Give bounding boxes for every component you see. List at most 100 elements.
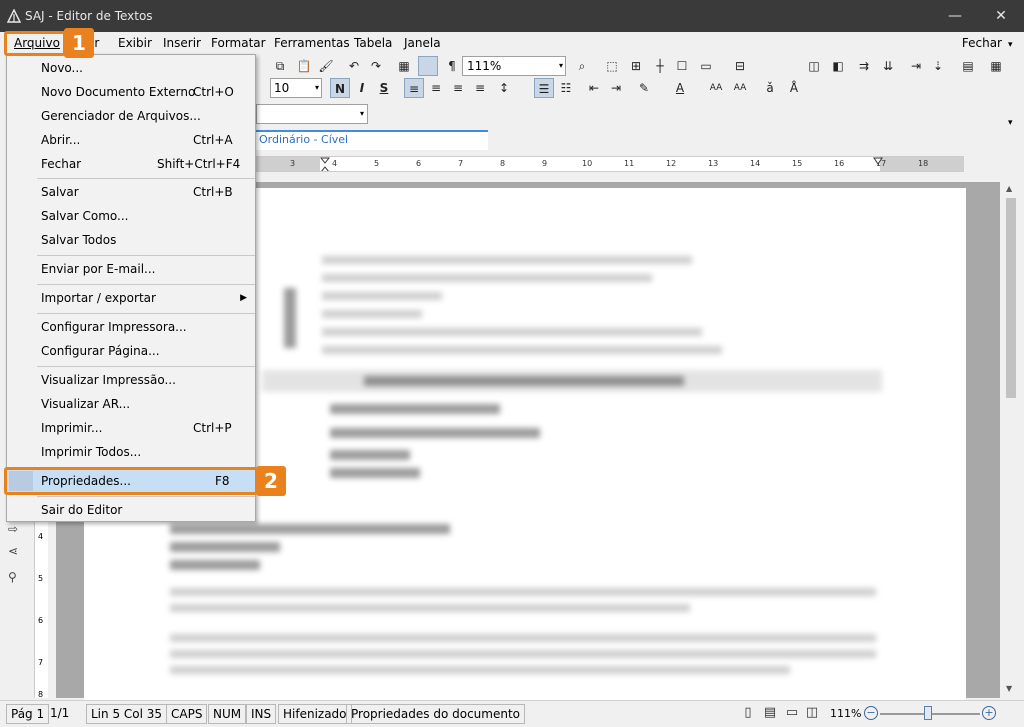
blurred-text [170,604,690,612]
menu-item-label: Enviar por E-mail... [41,262,156,276]
menu-ferramentas[interactable]: Ferramentas [274,36,350,50]
right-indent-marker-icon[interactable] [873,157,883,165]
zoom-slider-knob[interactable] [924,706,932,720]
menu-item-abrir[interactable]: Abrir... Ctrl+A [7,129,255,151]
justify-icon[interactable]: ≡ [470,78,490,98]
menu-item-visualizar-impressao[interactable]: Visualizar Impressão... [7,369,255,391]
pilcrow-icon[interactable]: ¶ [442,56,462,76]
menu-inserir[interactable]: Inserir [163,36,201,50]
fechar-menu[interactable]: Fechar [962,36,1002,50]
line-spacing-icon[interactable]: ↕ [494,78,514,98]
highlight-icon[interactable]: ✎ [634,78,654,98]
shrink-font-icon[interactable]: AA [730,78,750,98]
menu-exibir[interactable]: Exibir [118,36,152,50]
menu-item-novo-externo[interactable]: Novo Documento Externo Ctrl+O [7,81,255,103]
scroll-down-icon[interactable]: ▼ [1006,684,1012,693]
menu-item-fechar[interactable]: Fechar Shift+Ctrl+F4 [7,153,255,175]
menu-janela[interactable]: Janela [404,36,441,50]
menu-item-salvar[interactable]: Salvar Ctrl+B [7,181,255,203]
split-icon[interactable]: ◫ [804,56,824,76]
menu-item-label: Imprimir Todos... [41,445,142,459]
insert-row-icon[interactable]: ⇉ [854,56,874,76]
format-brush-icon[interactable]: ⚲ [8,570,17,584]
menu-item-visualizar-ar[interactable]: Visualizar AR... [7,393,255,415]
border-icon[interactable]: ▭ [696,56,716,76]
menu-tabela[interactable]: Tabela [354,36,392,50]
navigate-icon[interactable]: ⇨ [8,522,18,536]
align-right-icon[interactable]: ≡ [448,78,468,98]
insert-col-icon[interactable]: ⇊ [878,56,898,76]
undo-icon[interactable]: ↶ [344,56,364,76]
dotted-borders-icon[interactable]: ⬚ [602,56,622,76]
minimize-button[interactable]: — [932,0,978,32]
share-icon[interactable]: ⋖ [8,544,18,558]
menu-item-novo[interactable]: Novo... [7,57,255,79]
app-logo-icon [7,9,21,23]
zoom-select[interactable]: 111% ▾ [462,56,566,76]
menu-item-imprimir-todos[interactable]: Imprimir Todos... [7,441,255,463]
underline-button[interactable]: S [374,78,394,98]
vertical-scrollbar[interactable]: ▲ ▼ [1002,182,1020,698]
search-icon[interactable]: ⌕ [572,56,592,76]
blurred-text [322,328,702,336]
align-left-icon[interactable]: ≡ [404,78,424,98]
menu-item-email[interactable]: Enviar por E-mail... [7,258,255,280]
close-button[interactable]: ✕ [978,0,1024,32]
font-size-select[interactable]: 10 ▾ [270,78,322,98]
bold-button[interactable]: N [330,78,350,98]
columns-icon[interactable]: ◧ [828,56,848,76]
ruler-margin-left [256,157,320,171]
table-menu-icon[interactable]: ▦ [986,56,1006,76]
document-tab[interactable]: Ordinário - Cível [256,130,488,150]
ruler-tick: 18 [918,159,929,168]
style-select[interactable]: ▾ [256,104,368,124]
toolbar-overflow-icon[interactable]: ▾ [1008,118,1013,128]
redo-icon[interactable]: ↷ [366,56,386,76]
scroll-up-icon[interactable]: ▲ [1006,184,1012,193]
horizontal-ruler[interactable]: 3 4 5 6 7 8 9 10 11 12 13 14 15 16 17 18 [256,156,964,172]
grow-font-icon[interactable]: AA [706,78,726,98]
grid-borders-icon[interactable]: ⊞ [626,56,646,76]
increase-indent-icon[interactable]: ⇥ [606,78,626,98]
zoom-in-button[interactable]: + [982,706,996,720]
align-center-icon[interactable]: ≡ [426,78,446,98]
print-layout-icon[interactable]: ▤ [762,705,778,721]
table-icon[interactable]: ▦ [394,56,414,76]
zoom-out-button[interactable]: − [864,706,878,720]
web-layout-icon[interactable]: ▭ [784,705,800,721]
merge-cells-icon[interactable]: ⊟ [730,56,750,76]
scrollbar-thumb[interactable] [1006,198,1016,398]
menu-item-salvar-como[interactable]: Salvar Como... [7,205,255,227]
status-message: Propriedades do documento [346,704,526,724]
menu-item-gerenciador[interactable]: Gerenciador de Arquivos... [7,105,255,127]
page-view-icon[interactable]: ▯ [740,705,756,721]
ruler-tick: 9 [542,159,548,168]
change-case-icon[interactable]: ǎ [760,78,780,98]
menu-item-sair[interactable]: Sair do Editor [7,499,255,521]
delete-row-icon[interactable]: ⇥ [906,56,926,76]
menu-item-config-impressora[interactable]: Configurar Impressora... [7,316,255,338]
paste-icon[interactable]: 📋 [294,56,314,76]
italic-button[interactable]: I [352,78,372,98]
two-page-icon[interactable]: ◫ [804,705,820,721]
numbered-list-icon[interactable]: ☷ [556,78,576,98]
menu-item-salvar-todos[interactable]: Salvar Todos [7,229,255,251]
table-props-icon[interactable]: ▤ [958,56,978,76]
grid-toggle-icon[interactable] [418,56,438,76]
copy-icon[interactable]: ⧉ [270,56,290,76]
indent-marker-icon[interactable] [320,157,330,172]
menu-formatar[interactable]: Formatar [211,36,266,50]
menu-item-label: Configurar Página... [41,344,160,358]
decrease-indent-icon[interactable]: ⇤ [584,78,604,98]
menu-item-imprimir[interactable]: Imprimir... Ctrl+P [7,417,255,439]
inner-borders-icon[interactable]: ┼ [650,56,670,76]
bullet-list-icon[interactable]: ☰ [534,78,554,98]
format-painter-icon[interactable]: 🖌 [316,56,336,76]
fechar-arrow-icon[interactable]: ▾ [1008,40,1013,50]
menu-item-importar-exportar[interactable]: Importar / exportar ▶ [7,287,255,309]
menu-item-config-pagina[interactable]: Configurar Página... [7,340,255,362]
outer-border-icon[interactable]: ☐ [672,56,692,76]
change-case-2-icon[interactable]: Å [784,78,804,98]
delete-col-icon[interactable]: ⇣ [928,56,948,76]
font-color-icon[interactable]: A [670,78,690,98]
